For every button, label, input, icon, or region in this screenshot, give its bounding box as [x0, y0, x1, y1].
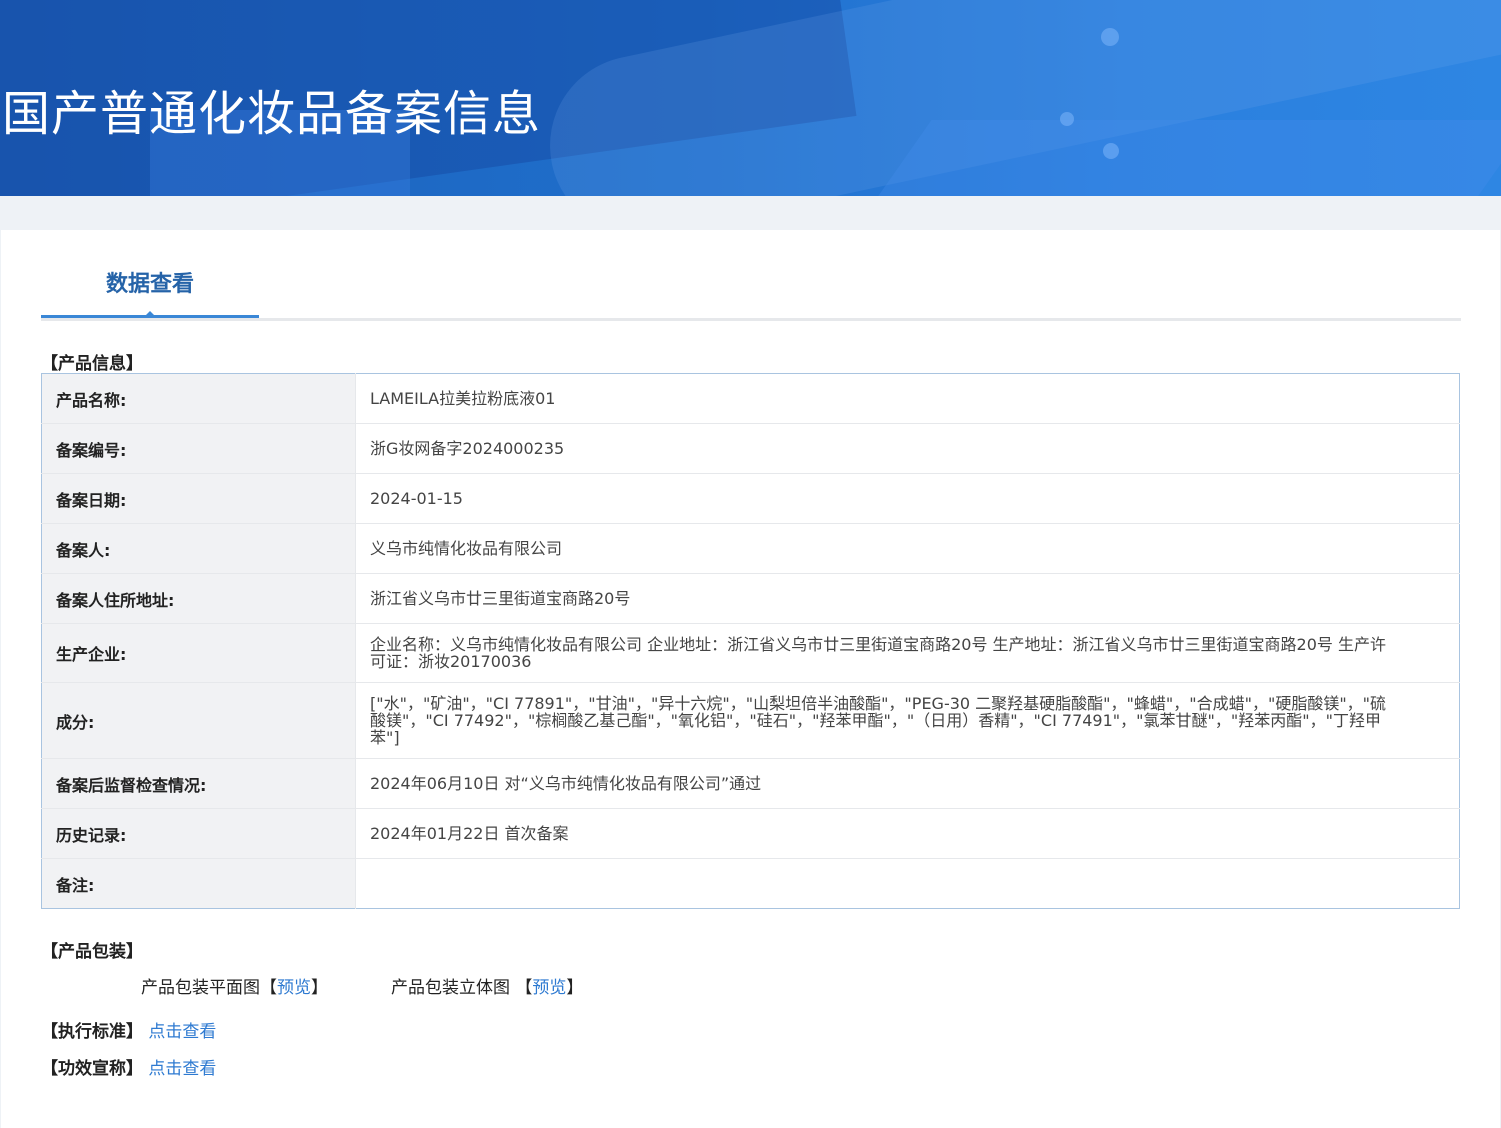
tab-indicator-arrow	[143, 311, 157, 318]
bracket: 【	[515, 978, 533, 998]
standard-view-link[interactable]: 点击查看	[148, 1022, 216, 1042]
efficacy-row: 【功效宣称】 点击查看	[41, 1054, 216, 1079]
row-value: ["水"，"矿油"，"CI 77891"，"甘油"，"异十六烷"，"山梨坦倍半油…	[355, 682, 1460, 759]
table-row: 备案编号: 浙G妆网备字2024000235	[41, 423, 1460, 474]
product-info-heading: 【产品信息】	[41, 354, 143, 374]
row-label: 历史记录:	[41, 808, 356, 859]
row-label: 备案人住所地址:	[41, 573, 356, 624]
table-row: 成分: ["水"，"矿油"，"CI 77891"，"甘油"，"异十六烷"，"山梨…	[41, 682, 1460, 759]
table-row: 备案人: 义乌市纯情化妆品有限公司	[41, 523, 1460, 574]
table-row: 备注:	[41, 858, 1460, 909]
page-title: 国产普通化妆品备案信息	[2, 86, 542, 142]
row-value: LAMEILA拉美拉粉底液01	[370, 389, 556, 408]
banner-dot	[1060, 112, 1074, 126]
table-row: 备案后监督检查情况: 2024年06月10日 对“义乌市纯情化妆品有限公司”通过	[41, 758, 1460, 809]
packaging-flat-item: 产品包装平面图【预览】	[141, 973, 328, 998]
row-value: 企业名称：义乌市纯情化妆品有限公司 企业地址：浙江省义乌市廿三里街道宝商路20号…	[355, 623, 1460, 683]
standard-row: 【执行标准】 点击查看	[41, 1017, 216, 1042]
bracket: 】	[566, 978, 584, 998]
tab-data-view[interactable]: 数据查看	[41, 270, 259, 318]
tab-label: 数据查看	[105, 272, 194, 297]
product-info-table: 产品名称: LAMEILA拉美拉粉底液01 备案编号: 浙G妆网备字202400…	[41, 373, 1460, 909]
packaging-flat-label: 产品包装平面图	[141, 978, 260, 998]
row-label: 成分:	[41, 682, 356, 759]
header-banner: 国产普通化妆品备案信息	[0, 0, 1501, 196]
row-value: 浙江省义乌市廿三里街道宝商路20号	[355, 573, 1460, 624]
row-value: 浙G妆网备字2024000235	[355, 423, 1460, 474]
banner-dot	[1101, 28, 1119, 46]
row-value: 2024-01-15	[355, 473, 1460, 524]
row-value: 2024年06月10日 对“义乌市纯情化妆品有限公司”通过	[355, 758, 1460, 809]
table-row: 历史记录: 2024年01月22日 首次备案	[41, 808, 1460, 859]
row-value: 义乌市纯情化妆品有限公司	[355, 523, 1460, 574]
row-label: 备案人:	[41, 523, 356, 574]
row-label: 生产企业:	[41, 623, 356, 683]
row-value: 2024年01月22日 首次备案	[355, 808, 1460, 859]
bracket: 【	[260, 978, 277, 998]
banner-decoration	[868, 120, 1501, 196]
table-row: 备案人住所地址: 浙江省义乌市廿三里街道宝商路20号	[41, 573, 1460, 624]
row-value	[355, 858, 1460, 909]
packaging-solid-label: 产品包装立体图	[391, 978, 510, 998]
standard-label: 【执行标准】	[41, 1022, 143, 1042]
table-row: 产品名称: LAMEILA拉美拉粉底液01	[41, 373, 1460, 424]
tab-bar: 数据查看	[41, 270, 1461, 321]
efficacy-view-link[interactable]: 点击查看	[148, 1059, 216, 1079]
table-row: 备案日期: 2024-01-15	[41, 473, 1460, 524]
preview-flat-link[interactable]: 预览	[277, 978, 311, 998]
row-label: 备案后监督检查情况:	[41, 758, 356, 809]
banner-dot	[1103, 143, 1119, 159]
efficacy-label: 【功效宣称】	[41, 1059, 143, 1079]
row-label: 产品名称:	[41, 373, 356, 424]
bracket: 】	[311, 978, 328, 998]
packaging-solid-item: 产品包装立体图 【预览】	[391, 973, 583, 998]
main-panel: 数据查看 【产品信息】 产品名称: LAMEILA拉美拉粉底液01 备案编号: …	[1, 230, 1500, 1128]
preview-solid-link[interactable]: 预览	[532, 978, 566, 998]
row-label: 备案编号:	[41, 423, 356, 474]
table-row: 生产企业: 企业名称：义乌市纯情化妆品有限公司 企业地址：浙江省义乌市廿三里街道…	[41, 623, 1460, 683]
row-label: 备注:	[41, 858, 356, 909]
row-label: 备案日期:	[41, 473, 356, 524]
packaging-heading: 【产品包装】	[41, 942, 143, 962]
